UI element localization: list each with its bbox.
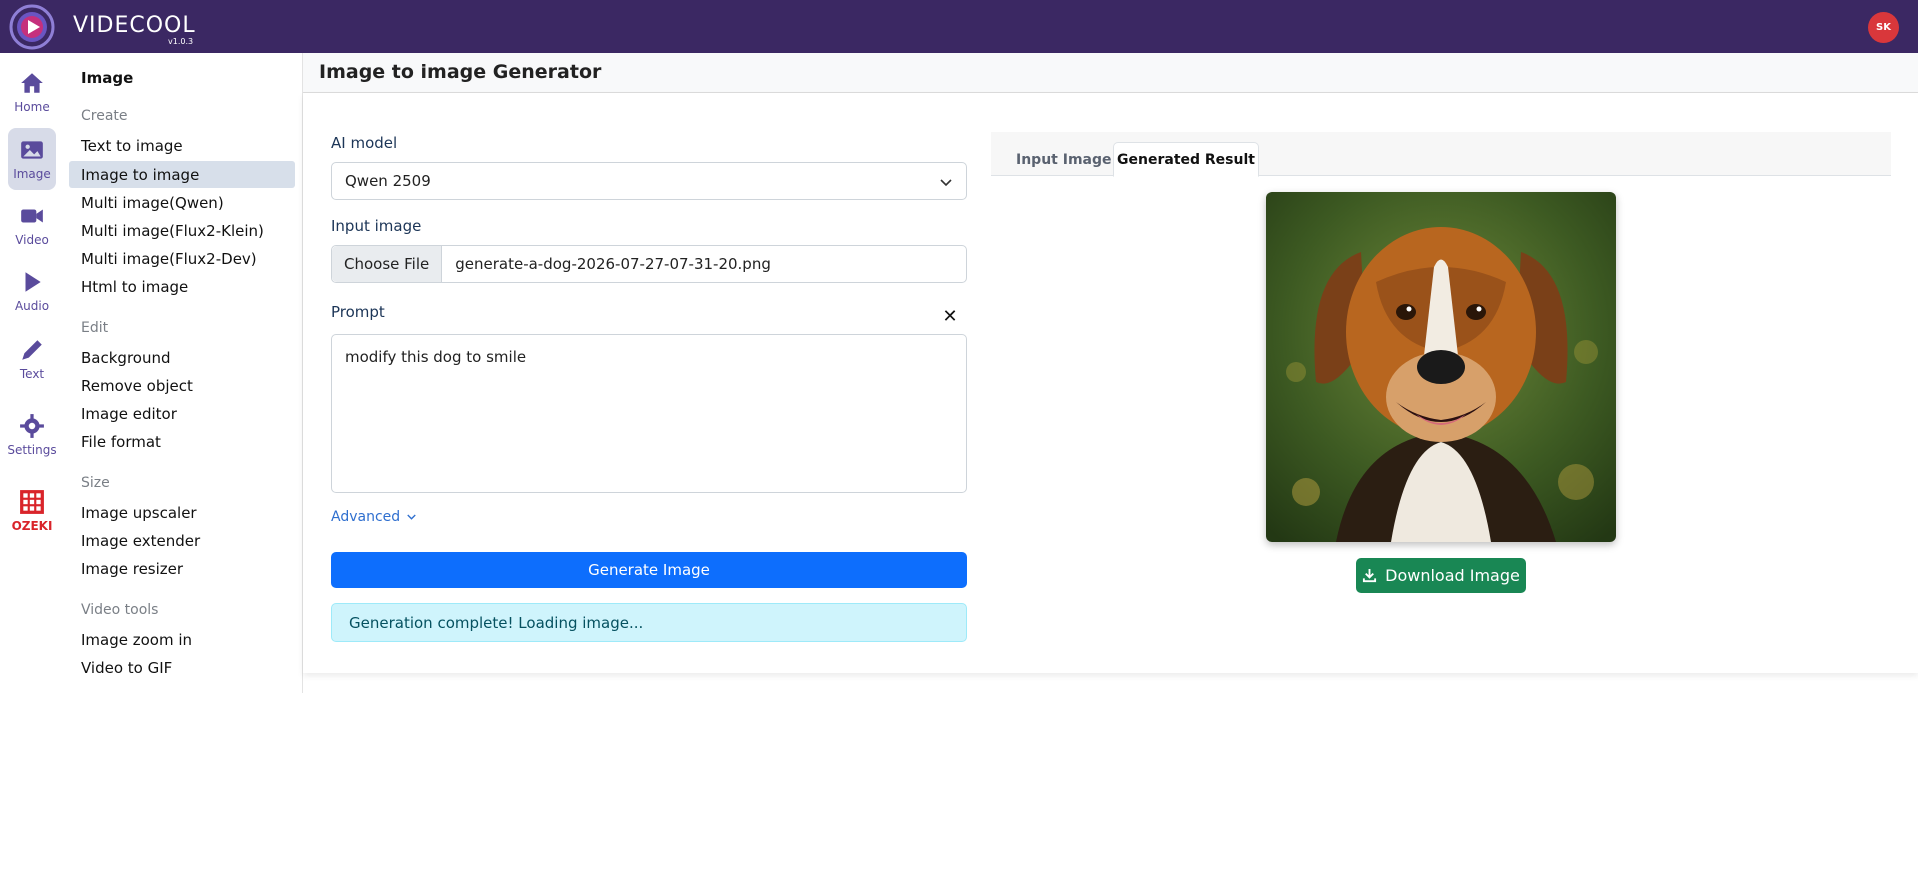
rail-item-audio[interactable]: Audio: [8, 260, 56, 322]
tab-input-image[interactable]: Input Image: [1016, 142, 1112, 177]
gear-icon: [20, 414, 44, 438]
download-image-button[interactable]: Download Image: [1356, 558, 1526, 593]
play-icon: [25, 272, 41, 292]
submenu-item-html-to-image[interactable]: Html to image: [69, 273, 295, 300]
rail-item-settings[interactable]: Settings: [7, 404, 57, 466]
ai-model-value: Qwen 2509: [345, 172, 431, 190]
download-label: Download Image: [1385, 566, 1520, 585]
rail-label-text: Text: [19, 367, 45, 381]
home-icon: [21, 73, 43, 93]
chevron-down-icon: [406, 514, 416, 520]
image-submenu: Image Create Text to image Image to imag…: [62, 53, 303, 693]
submenu-title: Image: [81, 69, 134, 87]
submenu-item-image-zoom-in[interactable]: Image zoom in: [69, 626, 295, 653]
brand-name: VIDECOOL: [73, 13, 196, 38]
generated-dog-image: [1266, 192, 1616, 542]
rail-item-image[interactable]: Image: [8, 128, 56, 190]
chevron-down-icon: [940, 179, 952, 187]
submenu-item-image-resizer[interactable]: Image resizer: [69, 555, 295, 582]
video-icon: [21, 209, 43, 223]
rail-label-audio: Audio: [14, 299, 50, 313]
submenu-item-text-to-image[interactable]: Text to image: [69, 132, 295, 159]
submenu-item-remove-object[interactable]: Remove object: [69, 372, 295, 399]
submenu-item-video-to-gif[interactable]: Video to GIF: [69, 654, 295, 681]
rail-label-home: Home: [14, 100, 50, 114]
rail-label-ozeki: OZEKI: [11, 519, 53, 533]
rail-item-video[interactable]: Video: [8, 194, 56, 256]
submenu-item-multi-image-flux2-klein[interactable]: Multi image(Flux2-Klein): [69, 217, 295, 244]
icon-rail: Home Image Video Audio Text Settings OZE…: [0, 53, 62, 693]
submenu-item-image-editor[interactable]: Image editor: [69, 400, 295, 427]
section-heading-size: Size: [81, 475, 110, 491]
prompt-textarea[interactable]: modify this dog to smile: [331, 334, 967, 493]
status-alert: Generation complete! Loading image...: [331, 603, 967, 642]
generate-image-button[interactable]: Generate Image: [331, 552, 967, 588]
image-icon: [21, 141, 43, 159]
pencil-icon: [22, 340, 42, 360]
rail-item-ozeki[interactable]: OZEKI: [8, 480, 56, 542]
selected-file-name: generate-a-dog-2026-07-27-07-31-20.png: [455, 255, 771, 273]
videcool-logo-icon[interactable]: [6, 2, 58, 52]
section-heading-create: Create: [81, 108, 128, 124]
section-heading-edit: Edit: [81, 320, 109, 336]
input-image-file-field[interactable]: Choose File generate-a-dog-2026-07-27-07…: [331, 245, 967, 283]
advanced-label: Advanced: [331, 509, 401, 525]
submenu-item-multi-image-flux2-dev[interactable]: Multi image(Flux2-Dev): [69, 245, 295, 272]
app-version: v1.0.3: [168, 37, 194, 46]
submenu-item-background[interactable]: Background: [69, 344, 295, 371]
clear-prompt-close-icon[interactable]: ✕: [941, 306, 959, 327]
input-image-label: Input image: [331, 217, 422, 235]
rail-label-video: Video: [15, 233, 49, 247]
rail-item-home[interactable]: Home: [8, 61, 56, 123]
tab-generated-result[interactable]: Generated Result: [1113, 142, 1259, 177]
top-bar: VIDECOOL v1.0.3 SK: [0, 0, 1918, 53]
section-heading-video-tools: Video tools: [81, 602, 159, 618]
submenu-item-image-upscaler[interactable]: Image upscaler: [69, 499, 295, 526]
user-avatar[interactable]: SK: [1868, 12, 1899, 43]
prompt-label: Prompt: [331, 303, 385, 321]
submenu-item-multi-image-qwen[interactable]: Multi image(Qwen): [69, 189, 295, 216]
ozeki-logo-icon: [20, 490, 44, 514]
advanced-toggle[interactable]: Advanced: [331, 509, 416, 525]
page-header: Image to image Generator: [303, 53, 1918, 93]
submenu-item-file-format[interactable]: File format: [69, 428, 295, 455]
ai-model-select[interactable]: Qwen 2509: [331, 162, 967, 200]
download-icon: [1363, 568, 1377, 583]
rail-label-image: Image: [13, 167, 51, 181]
ai-model-label: AI model: [331, 134, 398, 152]
rail-item-text[interactable]: Text: [8, 328, 56, 390]
page-title: Image to image Generator: [319, 61, 602, 83]
submenu-item-image-extender[interactable]: Image extender: [69, 527, 295, 554]
rail-label-settings: Settings: [7, 443, 57, 457]
choose-file-button[interactable]: Choose File: [332, 246, 443, 282]
submenu-item-image-to-image[interactable]: Image to image: [69, 161, 295, 188]
